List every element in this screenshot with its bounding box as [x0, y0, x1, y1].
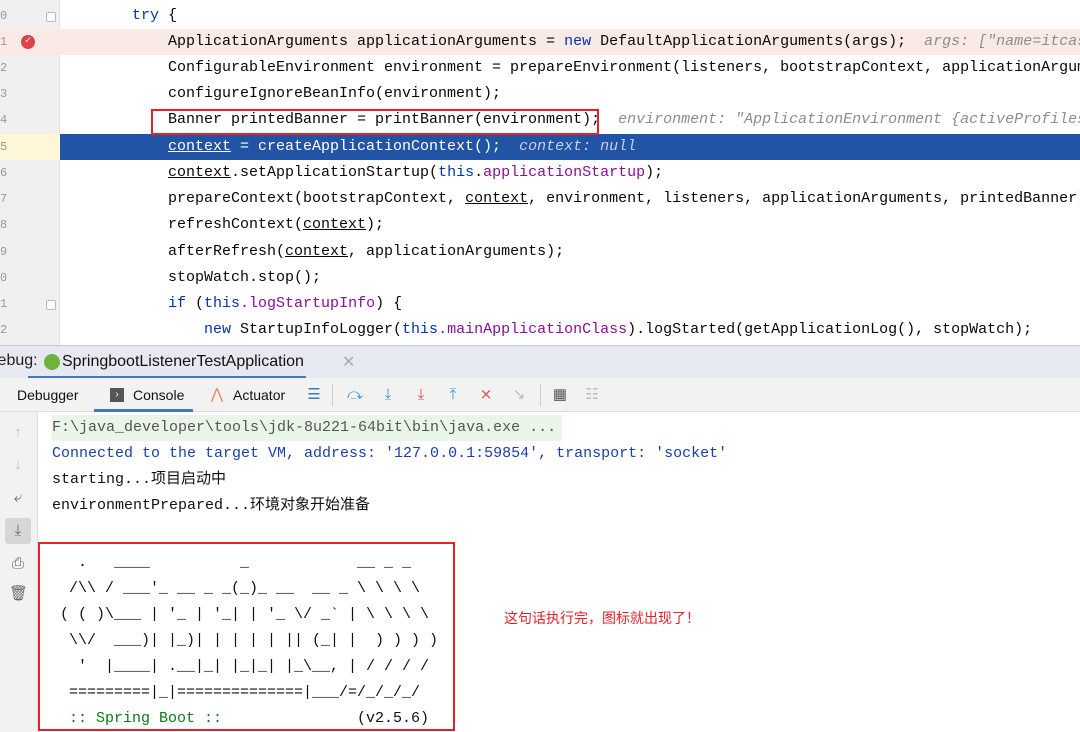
drop-frame-icon[interactable]: ⨯: [477, 386, 495, 404]
tab-console[interactable]: › Console: [94, 378, 193, 412]
annotation-text: 这句话执行完，图标就出现了！: [504, 611, 700, 627]
spring-banner: . ____ _ __ _ _ /\\ / ___'_ __ _ _(_)_ _…: [60, 554, 439, 727]
code-line: 6 context.setApplicationStartup(this.appl…: [0, 164, 664, 181]
step-into-icon[interactable]: ⤓: [379, 386, 397, 404]
actuator-icon: ⋀: [210, 386, 224, 403]
breakpoint-icon[interactable]: ✓: [21, 35, 35, 49]
spring-boot-icon: [44, 354, 60, 370]
trash-icon[interactable]: 🗑: [9, 585, 28, 603]
code-line: 3 configureIgnoreBeanInfo(environment);: [0, 85, 502, 102]
tab-debugger[interactable]: Debugger: [17, 378, 79, 412]
code-line: 8 refreshContext(context);: [0, 216, 385, 233]
code-line: 2 new StartupInfoLogger(this.mainApplicat…: [0, 321, 1033, 338]
console-icon: ›: [110, 388, 124, 402]
print-icon[interactable]: ⎙: [9, 555, 27, 573]
console-connected-line: Connected to the target VM, address: '12…: [52, 445, 728, 462]
code-editor[interactable]: 0 try { 1 ✓ ApplicationArguments applicatio…: [0, 0, 1080, 345]
console-line: environmentPrepared...环境对象开始准备: [52, 497, 371, 514]
debug-toolbar: Debugger › Console ⋀ Actuator ☰ ⤼ ⤓ ⤓ ⤒ …: [0, 378, 1080, 412]
tab-actuator[interactable]: Actuator: [233, 378, 285, 412]
force-step-into-icon[interactable]: ⤓: [412, 386, 430, 404]
code-line: 2 ConfigurableEnvironment environment = p…: [0, 59, 1080, 76]
evaluate-icon[interactable]: ▦: [551, 386, 569, 404]
down-arrow-icon[interactable]: ↓: [9, 456, 27, 474]
step-over-icon[interactable]: ⤼: [346, 386, 364, 404]
code-line: 1 if (this.logStartupInfo) {: [0, 295, 403, 312]
up-arrow-icon[interactable]: ↑: [9, 424, 27, 442]
annotation-box-code: [151, 109, 599, 135]
scroll-to-end-icon[interactable]: ⤓: [5, 518, 31, 544]
code-line: 0 stopWatch.stop();: [0, 269, 322, 286]
trace-icon[interactable]: ☷: [583, 386, 601, 404]
code-line: 0 try {: [0, 7, 178, 24]
fold-icon[interactable]: [46, 12, 56, 22]
close-icon[interactable]: ✕: [342, 352, 355, 372]
soft-wrap-icon[interactable]: ⤶: [9, 489, 27, 507]
console-side-toolbar: ↑ ↓ ⤶ ⤓ ⎙ 🗑: [0, 412, 38, 732]
console-command-line: F:\java_developer\tools\jdk-8u221-64bit\…: [52, 415, 563, 441]
code-line-breakpoint: 1 ✓ ApplicationArguments applicationArgume…: [0, 29, 1080, 55]
code-line: 9 afterRefresh(context, applicationArgume…: [0, 243, 565, 260]
code-line-current: 5 context = createApplicationContext(); c…: [0, 134, 1080, 160]
fold-icon[interactable]: [46, 300, 56, 310]
run-to-cursor-icon[interactable]: ↘: [510, 386, 528, 404]
tab-debug-session[interactable]: SpringbootListenerTestApplication ✕: [28, 346, 355, 379]
console-output[interactable]: F:\java_developer\tools\jdk-8u221-64bit\…: [38, 412, 1080, 732]
debug-tab-bar: Debug: SpringbootListenerTestApplication…: [0, 345, 1080, 379]
threads-icon[interactable]: ☰: [305, 386, 323, 404]
step-out-icon[interactable]: ⤒: [444, 386, 462, 404]
code-line: 7 prepareContext(bootstrapContext, contex…: [0, 190, 1080, 207]
console-line: starting...项目启动中: [52, 471, 227, 488]
